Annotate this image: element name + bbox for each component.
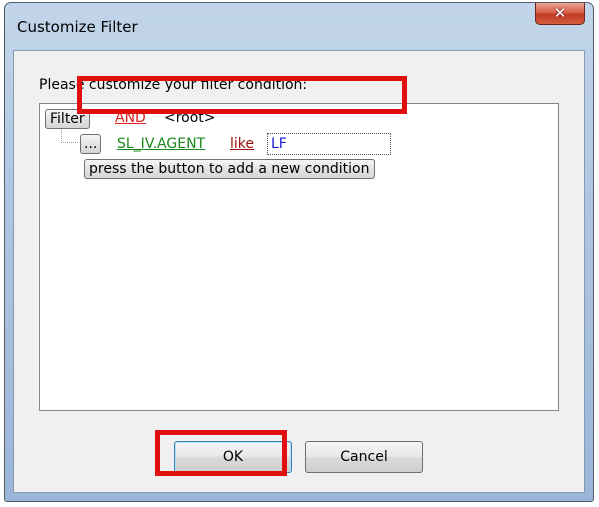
cancel-button[interactable]: Cancel [305, 441, 423, 473]
condition-menu-button[interactable]: ... [80, 134, 102, 154]
ok-button[interactable]: OK [174, 441, 292, 473]
filter-prompt: Please customize your filter condition: [39, 77, 308, 93]
title-bar[interactable]: Customize Filter ✕ [5, 3, 593, 53]
add-condition-button[interactable]: press the button to add a new condition [84, 159, 375, 179]
root-label: <root> [164, 110, 216, 126]
condition-field-link[interactable]: SL_IV.AGENT [117, 136, 205, 152]
group-operator-link[interactable]: AND [115, 110, 146, 126]
close-button[interactable]: ✕ [535, 3, 585, 25]
customize-filter-window: Customize Filter ✕ Please customize your… [4, 2, 594, 502]
condition-operator-link[interactable]: like [230, 136, 254, 152]
filter-button[interactable]: Filter [45, 109, 90, 129]
tree-connector [61, 130, 78, 143]
dialog-body: Please customize your filter condition: … [13, 50, 585, 493]
close-icon: ✕ [553, 4, 567, 22]
condition-value-input[interactable] [267, 133, 391, 155]
window-title: Customize Filter [17, 18, 138, 36]
filter-tree-panel: Filter AND <root> ... SL_IV.AGENT like p… [39, 103, 559, 411]
